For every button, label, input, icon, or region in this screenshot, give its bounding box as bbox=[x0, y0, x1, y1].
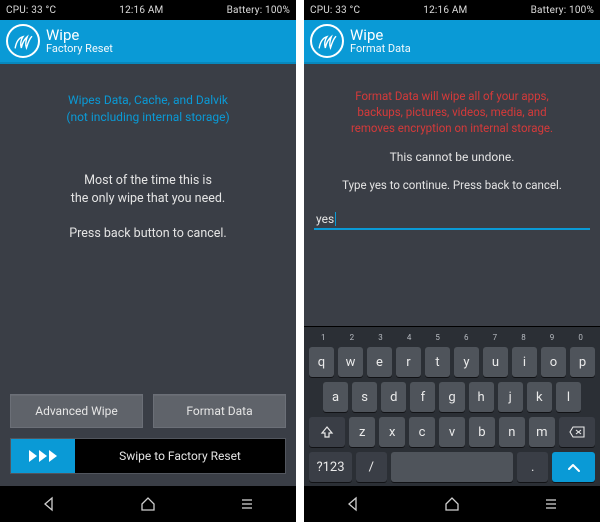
on-screen-keyboard: 1234567890 qwertyuiop asdfghjkl zxcvbnm … bbox=[304, 326, 600, 486]
screen-factory-reset: CPU: 33 °C 12:16 AM Battery: 100% Wipe F… bbox=[0, 0, 296, 522]
status-bar: CPU: 33 °C 12:16 AM Battery: 100% bbox=[304, 0, 600, 20]
cancel-hint: Press back button to cancel. bbox=[10, 226, 286, 241]
home-button[interactable] bbox=[123, 492, 173, 516]
swipe-handle[interactable] bbox=[11, 439, 75, 473]
status-time: 12:16 AM bbox=[423, 5, 467, 16]
confirmation-input[interactable]: yes bbox=[314, 206, 590, 230]
back-button[interactable] bbox=[328, 492, 378, 516]
key-d[interactable]: d bbox=[381, 382, 406, 412]
key-w[interactable]: w bbox=[338, 347, 363, 377]
input-value: yes bbox=[316, 212, 334, 226]
chevron-right-icon bbox=[29, 450, 37, 462]
type-yes-instruction: Type yes to continue. Press back to canc… bbox=[314, 178, 590, 192]
key-y[interactable]: y bbox=[454, 347, 479, 377]
advanced-wipe-button[interactable]: Advanced Wipe bbox=[10, 394, 143, 428]
key-s[interactable]: s bbox=[352, 382, 377, 412]
key-f[interactable]: f bbox=[410, 382, 435, 412]
space-key[interactable] bbox=[391, 452, 514, 482]
swipe-label: Swipe to Factory Reset bbox=[75, 449, 285, 463]
android-nav-bar bbox=[0, 486, 296, 522]
header-title: Wipe bbox=[46, 27, 113, 44]
key-n[interactable]: n bbox=[499, 417, 525, 447]
header-subtitle: Format Data bbox=[350, 43, 411, 55]
wipe-description: Wipes Data, Cache, and Dalvik (not inclu… bbox=[10, 92, 286, 126]
keyboard-row-4: ?123 / . bbox=[307, 452, 597, 482]
symbols-key[interactable]: ?123 bbox=[309, 452, 352, 482]
keyboard-row-2: asdfghjkl bbox=[307, 382, 597, 412]
status-time: 12:16 AM bbox=[119, 5, 163, 16]
key-x[interactable]: x bbox=[379, 417, 405, 447]
chevron-right-icon bbox=[39, 450, 47, 462]
header-subtitle: Factory Reset bbox=[46, 43, 113, 55]
status-battery: Battery: 100% bbox=[531, 5, 594, 16]
format-warning: Format Data will wipe all of your apps, … bbox=[314, 88, 590, 136]
status-battery: Battery: 100% bbox=[227, 5, 290, 16]
shift-key[interactable] bbox=[309, 417, 345, 447]
key-e[interactable]: e bbox=[367, 347, 392, 377]
key-q[interactable]: q bbox=[309, 347, 334, 377]
format-data-button[interactable]: Format Data bbox=[153, 394, 286, 428]
key-j[interactable]: j bbox=[498, 382, 523, 412]
keyboard-hint-row: 1234567890 bbox=[307, 333, 597, 342]
twrp-logo-icon bbox=[6, 24, 40, 58]
key-u[interactable]: u bbox=[483, 347, 508, 377]
period-key[interactable]: . bbox=[517, 452, 548, 482]
recent-button[interactable] bbox=[222, 492, 272, 516]
key-p[interactable]: p bbox=[570, 347, 595, 377]
keyboard-row-1: qwertyuiop bbox=[307, 347, 597, 377]
swipe-to-factory-reset[interactable]: Swipe to Factory Reset bbox=[10, 438, 286, 474]
key-c[interactable]: c bbox=[409, 417, 435, 447]
undone-warning: This cannot be undone. bbox=[314, 150, 590, 164]
key-z[interactable]: z bbox=[349, 417, 375, 447]
key-o[interactable]: o bbox=[541, 347, 566, 377]
status-bar: CPU: 33 °C 12:16 AM Battery: 100% bbox=[0, 0, 296, 20]
key-g[interactable]: g bbox=[439, 382, 464, 412]
key-r[interactable]: r bbox=[396, 347, 421, 377]
screen-format-data: CPU: 33 °C 12:16 AM Battery: 100% Wipe F… bbox=[304, 0, 600, 522]
status-cpu: CPU: 33 °C bbox=[6, 5, 56, 16]
key-h[interactable]: h bbox=[469, 382, 494, 412]
key-m[interactable]: m bbox=[529, 417, 555, 447]
home-button[interactable] bbox=[427, 492, 477, 516]
back-button[interactable] bbox=[24, 492, 74, 516]
key-a[interactable]: a bbox=[323, 382, 348, 412]
chevron-right-icon bbox=[49, 450, 57, 462]
twrp-logo-icon bbox=[310, 24, 344, 58]
android-nav-bar bbox=[304, 486, 600, 522]
header: Wipe Factory Reset bbox=[0, 20, 296, 64]
enter-key[interactable] bbox=[552, 452, 595, 482]
text-cursor bbox=[335, 212, 336, 226]
header-title: Wipe bbox=[350, 27, 411, 44]
key-b[interactable]: b bbox=[469, 417, 495, 447]
status-cpu: CPU: 33 °C bbox=[310, 5, 360, 16]
key-t[interactable]: t bbox=[425, 347, 450, 377]
slash-key[interactable]: / bbox=[356, 452, 387, 482]
header: Wipe Format Data bbox=[304, 20, 600, 64]
wipe-hint: Most of the time this is the only wipe t… bbox=[10, 172, 286, 208]
recent-button[interactable] bbox=[526, 492, 576, 516]
key-i[interactable]: i bbox=[512, 347, 537, 377]
key-l[interactable]: l bbox=[556, 382, 581, 412]
key-k[interactable]: k bbox=[527, 382, 552, 412]
keyboard-row-3: zxcvbnm bbox=[307, 417, 597, 447]
backspace-key[interactable] bbox=[559, 417, 595, 447]
key-v[interactable]: v bbox=[439, 417, 465, 447]
